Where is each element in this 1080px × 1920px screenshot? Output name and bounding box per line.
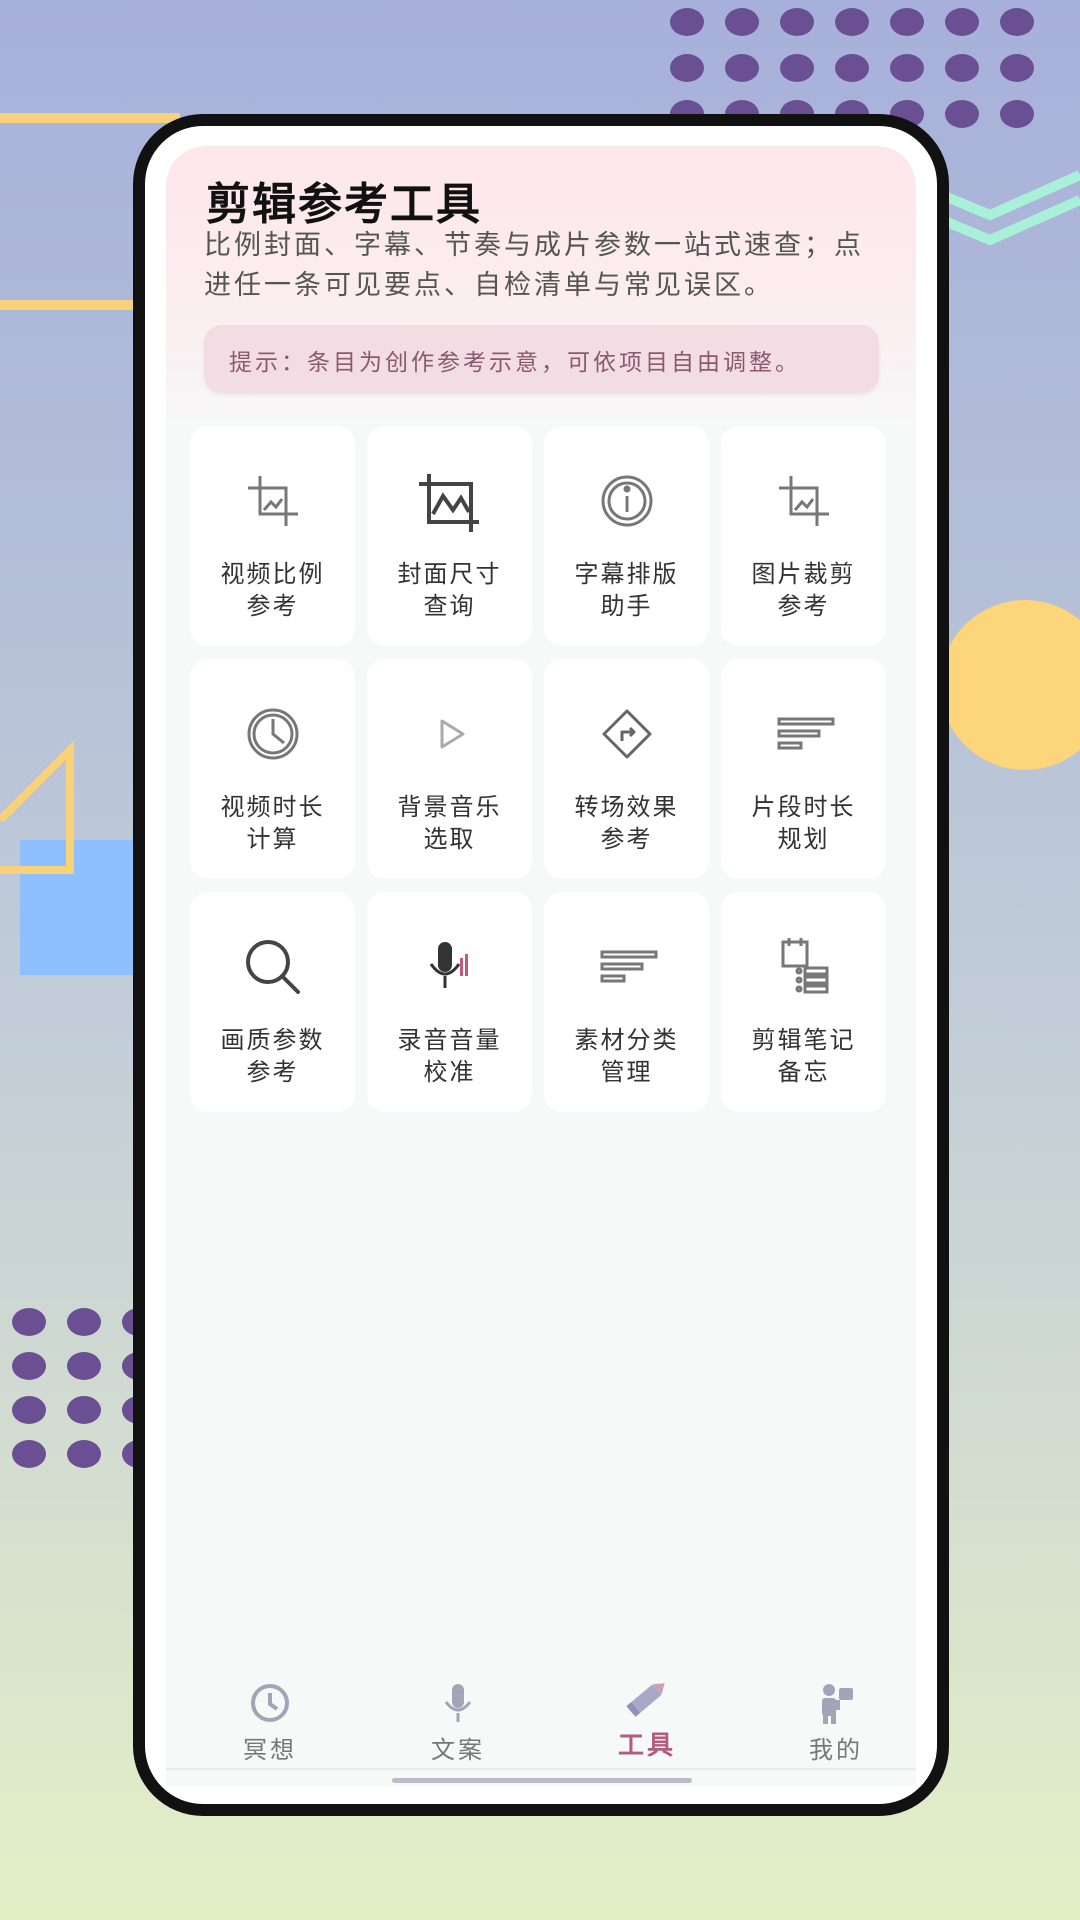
crop-icon: [238, 466, 308, 536]
tab-profile[interactable]: 我的: [766, 1678, 906, 1788]
tool-label: 片段时长 规划: [751, 793, 856, 853]
microphone-icon: [415, 932, 485, 1002]
tool-label: 背景音乐 选取: [397, 793, 502, 853]
tool-label: 视频时长 计算: [220, 793, 325, 853]
tool-card-transition[interactable]: 转场效果 参考: [544, 659, 709, 879]
tip-text: 提示：条目为创作参考示意，可依项目自由调整。: [229, 350, 801, 376]
decor-dots-left: [12, 1308, 156, 1478]
page-description: 比例封面、字幕、节奏与成片参数一站式速查；点进任一条可见要点、自检清单与常见误区…: [204, 230, 864, 301]
page-title: 剪辑参考工具: [206, 179, 482, 230]
decor-dots-top: [670, 8, 1080, 128]
content-area: 剪辑参考工具 比例封面、字幕、节奏与成片参数一站式速查；点进任一条可见要点、自检…: [166, 146, 916, 1786]
person-icon: [811, 1678, 861, 1728]
microphone-icon: [433, 1678, 483, 1728]
tool-label: 字幕排版 助手: [574, 560, 679, 620]
notes-list-icon: [769, 932, 839, 1002]
tool-label: 封面尺寸 查询: [397, 560, 502, 620]
tool-card-video-ratio[interactable]: 视频比例 参考: [190, 426, 355, 646]
decor-yellow-triangle: [0, 740, 74, 874]
tool-card-asset-category[interactable]: 素材分类 管理: [544, 892, 709, 1112]
tool-label: 图片裁剪 参考: [751, 560, 856, 620]
tool-card-bgm[interactable]: 背景音乐 选取: [367, 659, 532, 879]
tool-card-recording-volume[interactable]: 录音音量 校准: [367, 892, 532, 1112]
tip-banner: 提示：条目为创作参考示意，可依项目自由调整。: [204, 325, 879, 393]
tool-card-subtitle[interactable]: 字幕排版 助手: [544, 426, 709, 646]
tab-label: 冥想: [243, 1736, 297, 1764]
header-section: 剪辑参考工具 比例封面、字幕、节奏与成片参数一站式速查；点进任一条可见要点、自检…: [166, 146, 916, 426]
home-indicator[interactable]: [392, 1778, 692, 1783]
tool-label: 录音音量 校准: [397, 1026, 502, 1086]
tool-label: 画质参数 参考: [220, 1026, 325, 1086]
tool-label: 素材分类 管理: [574, 1026, 679, 1086]
tool-card-edit-notes[interactable]: 剪辑笔记 备忘: [721, 892, 886, 1112]
tab-label: 文案: [431, 1736, 485, 1764]
search-icon: [238, 932, 308, 1002]
tool-card-quality[interactable]: 画质参数 参考: [190, 892, 355, 1112]
crop-icon: [769, 466, 839, 536]
tab-meditation[interactable]: 冥想: [200, 1678, 340, 1788]
lines-icon: [769, 699, 839, 769]
tab-label: 工具: [617, 1731, 676, 1761]
clock-icon: [245, 1678, 295, 1728]
clock-icon: [238, 699, 308, 769]
tool-label: 视频比例 参考: [220, 560, 325, 620]
decor-yellow-circle: [940, 600, 1080, 770]
tool-card-clip-duration[interactable]: 片段时长 规划: [721, 659, 886, 879]
tab-tools[interactable]: 工具: [577, 1673, 717, 1783]
tab-copywriting[interactable]: 文案: [388, 1678, 528, 1788]
tool-label: 转场效果 参考: [574, 793, 679, 853]
tool-card-image-crop[interactable]: 图片裁剪 参考: [721, 426, 886, 646]
lines-icon: [592, 932, 662, 1002]
decor-yellow-bar-top: [0, 113, 180, 123]
tool-card-video-duration[interactable]: 视频时长 计算: [190, 659, 355, 879]
direction-sign-icon: [592, 699, 662, 769]
decor-yellow-bar-mid: [0, 300, 140, 310]
pencil-icon: [622, 1673, 672, 1723]
info-icon: [592, 466, 662, 536]
image-frame-icon: [415, 466, 485, 536]
app-screen: 剪辑参考工具 比例封面、字幕、节奏与成片参数一站式速查；点进任一条可见要点、自检…: [145, 126, 937, 1804]
tab-label: 我的: [809, 1736, 863, 1764]
play-icon: [415, 699, 485, 769]
tool-card-cover-size[interactable]: 封面尺寸 查询: [367, 426, 532, 646]
decor-mint-chevrons: [930, 170, 1080, 246]
tool-label: 剪辑笔记 备忘: [751, 1026, 856, 1086]
